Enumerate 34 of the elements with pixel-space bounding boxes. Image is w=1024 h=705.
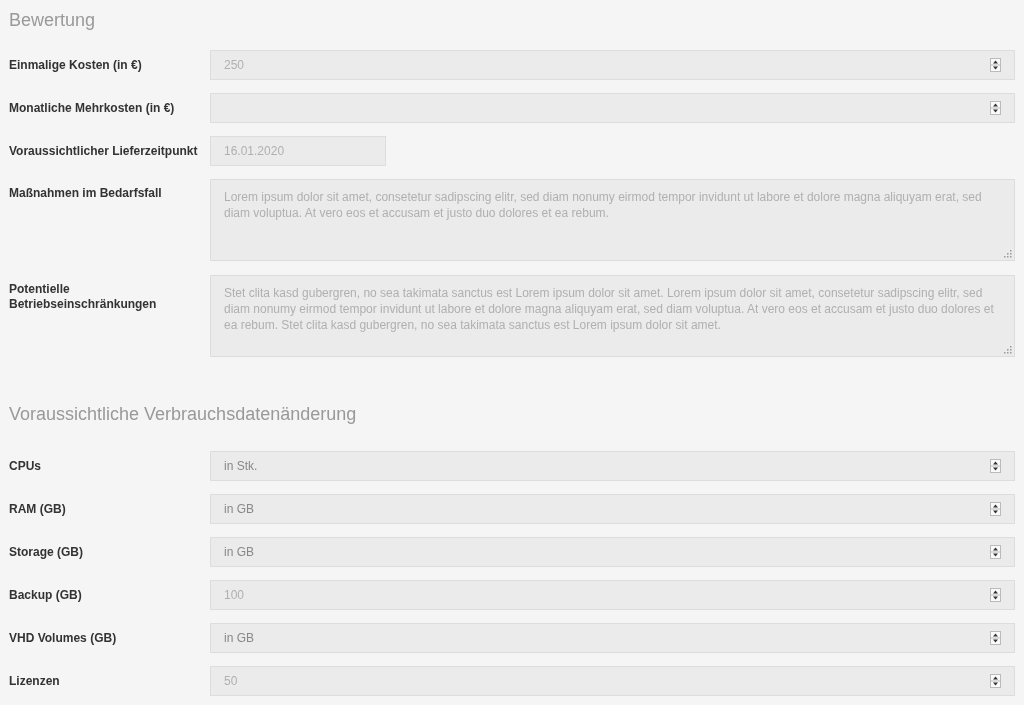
section-title: Bewertung [9,9,97,32]
number-field[interactable]: in GB [210,537,1015,567]
spinner-arrows-icon[interactable] [990,674,1001,688]
text-area[interactable]: Lorem ipsum dolor sit amet, consetetur sadipscing elitr, sed diam nonumy eirmod tempor invidunt ut labore et dolore magna aliquyam erat, sed diam voluptua. At vero eos et accusam et justo duo dolores et ea rebum. [210,179,1015,261]
spinner-arrows-icon[interactable] [990,502,1001,516]
field-label: VHD Volumes (GB) [9,630,118,647]
text-area[interactable]: Stet clita kasd gubergren, no sea takimata sanctus est Lorem ipsum dolor sit amet. Lorem ipsum dolor sit amet, consetetur sadipscing elitr, sed diam nonumy eirmod tempor invidunt ut labore et dolore magna aliquyam erat, sed diam voluptua. At vero eos et accusam et justo duo dolores et ea rebum. Stet clita kasd gubergren, no sea takimata sanctus est Lorem ipsum dolor sit amet. [210,275,1015,357]
spinner-arrows-icon[interactable] [990,588,1001,602]
number-field[interactable]: 250 [210,50,1015,80]
number-field[interactable]: 100 [210,580,1015,610]
number-field[interactable]: in GB [210,494,1015,524]
number-field[interactable] [210,93,1015,123]
field-label: Lizenzen [9,673,61,690]
spinner-arrows-icon[interactable] [990,545,1001,559]
number-field[interactable]: in Stk. [210,451,1015,481]
spinner-arrows-icon[interactable] [990,631,1001,645]
field-label: Backup (GB) [9,587,83,604]
number-field[interactable]: in GB [210,623,1015,653]
date-field[interactable]: 16.01.2020 [210,136,386,166]
field-label: Monatliche Mehrkosten (in €) [9,100,176,117]
spinner-arrows-icon[interactable] [990,459,1001,473]
field-label: Storage (GB) [9,544,84,561]
field-label: Einmalige Kosten (in €) [9,57,143,74]
number-field[interactable]: 50 [210,666,1015,696]
resize-grip-icon[interactable] [1004,346,1012,354]
resize-grip-icon[interactable] [1004,250,1012,258]
field-label: Potentielle Betriebseinschränkungen [9,281,158,312]
field-label: CPUs [9,458,42,475]
field-label: Voraussichtlicher Lieferzeitpunkt [9,143,199,160]
field-label: RAM (GB) [9,501,67,518]
spinner-arrows-icon[interactable] [990,101,1001,115]
field-label: Maßnahmen im Bedarfsfall [9,185,163,201]
section-title: Voraussichtliche Verbrauchsdatenänderung [9,403,358,426]
spinner-arrows-icon[interactable] [990,58,1001,72]
